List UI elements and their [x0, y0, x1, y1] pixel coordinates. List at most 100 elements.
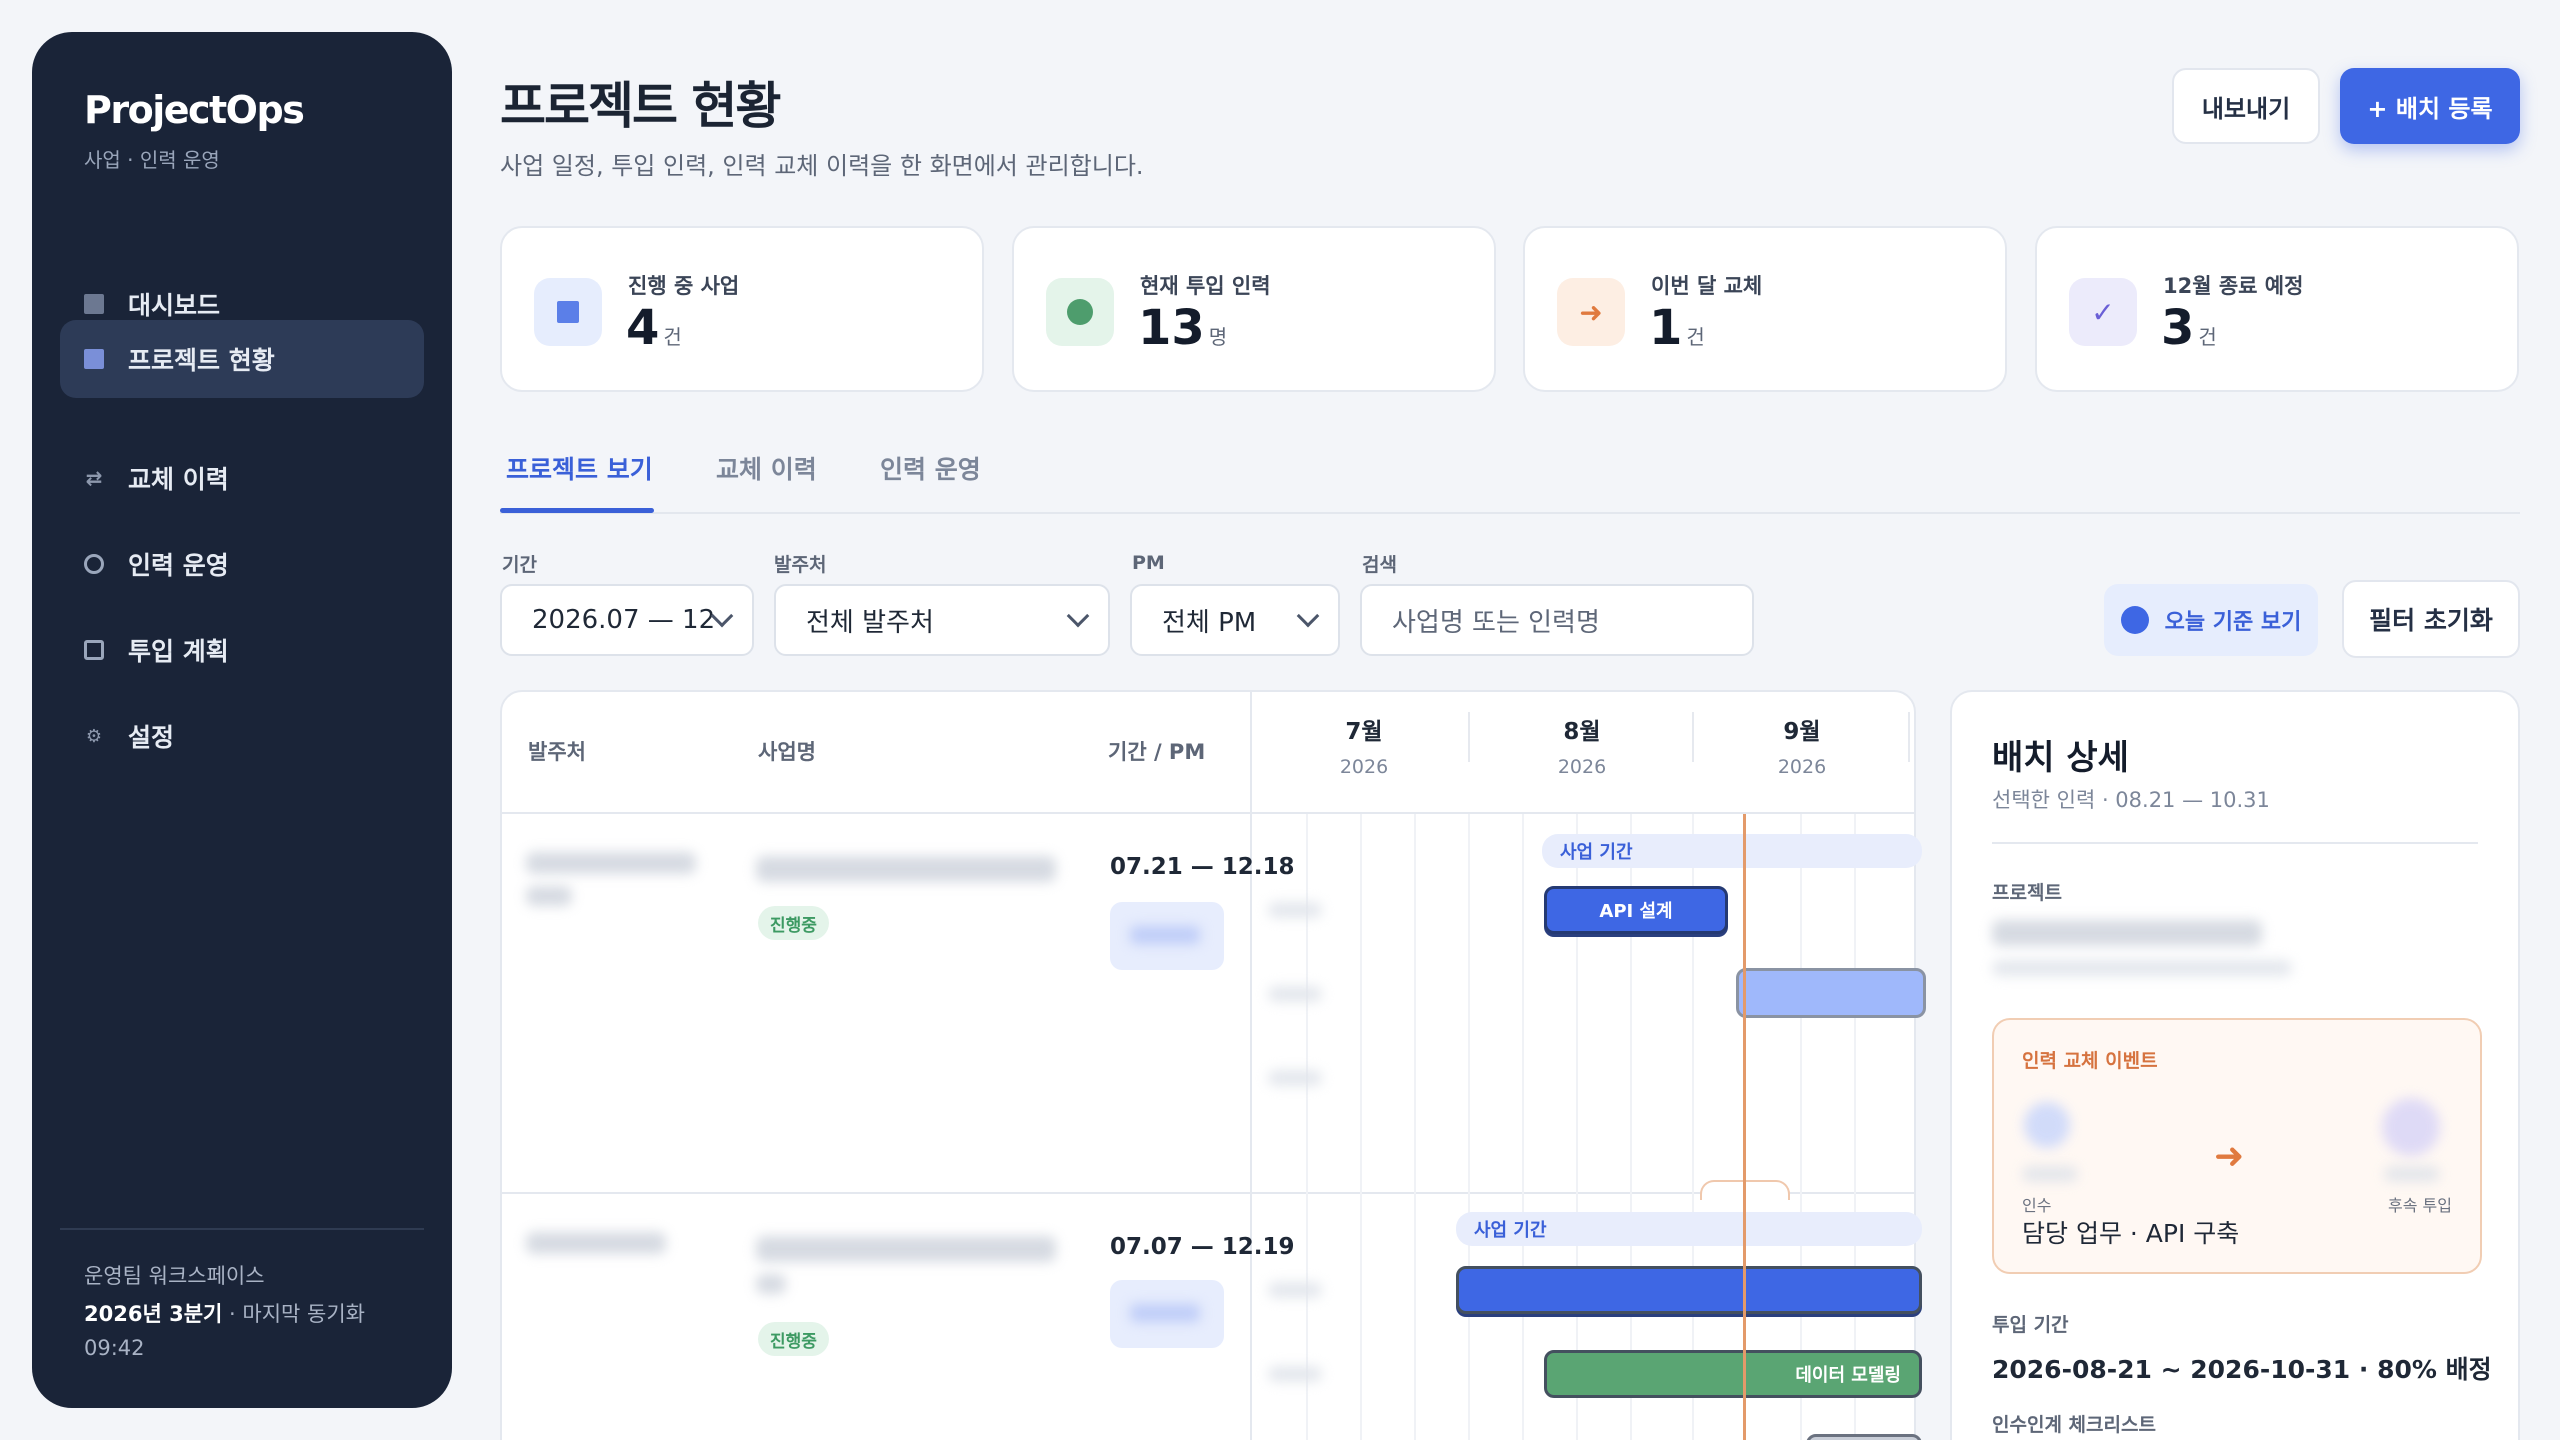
- detail-period-value: 2026-08-21 ~ 2026-10-31 · 80% 배정: [1992, 1355, 2492, 1384]
- replacement-event-card[interactable]: 인력 교체 이벤트 ➜ 인수 담당 업무 · API 구축 후속 투입: [1992, 1018, 2482, 1274]
- sidebar-item-label: 프로젝트 현황: [128, 346, 275, 375]
- status-badge: 진행중: [758, 1322, 829, 1356]
- client-name-redacted: [526, 1232, 666, 1254]
- period-value: 2026.07 — 12: [532, 605, 716, 635]
- swap-icon: ⇄: [85, 466, 103, 490]
- column-header-client: 발주처: [528, 740, 586, 764]
- dashboard-icon: [84, 294, 104, 314]
- grid-line: [1360, 814, 1362, 1440]
- projects-icon: [84, 349, 104, 369]
- sync-label: · 마지막 동기화: [222, 1302, 365, 1326]
- stat-value: 4건: [626, 300, 682, 356]
- grid-line: [1468, 814, 1470, 1440]
- timeline-separator: [1908, 712, 1910, 762]
- staff-name-redacted: [1268, 1070, 1322, 1086]
- timeline-separator: [1468, 712, 1470, 762]
- checklist-label: 인수인계 체크리스트: [1992, 1414, 2156, 1436]
- avatar: [2382, 1098, 2440, 1156]
- sidebar-item-label: 투입 계획: [128, 637, 229, 666]
- sidebar-item-replacements[interactable]: ⇄ 교체 이력: [60, 440, 424, 516]
- sidebar-item-label: 인력 운영: [128, 551, 229, 580]
- square-outline-icon: [84, 640, 104, 660]
- sidebar-item-label: 대시보드: [128, 291, 221, 320]
- sidebar-item-settings[interactable]: ⚙ 설정: [60, 698, 424, 774]
- period-filter-label: 기간: [502, 554, 537, 576]
- grid-line: [1800, 814, 1802, 1440]
- arrow-right-icon: ➜: [1557, 278, 1625, 346]
- successor-label: 후속 투입: [2388, 1196, 2452, 1215]
- search-input[interactable]: 사업명 또는 인력명: [1360, 584, 1754, 656]
- detail-title: 배치 상세: [1992, 738, 2129, 778]
- tab-project-view[interactable]: 프로젝트 보기: [506, 450, 653, 486]
- today-view-label: 오늘 기준 보기: [2164, 610, 2302, 635]
- quarter-label: 2026년 3분기: [84, 1302, 223, 1326]
- column-header-project: 사업명: [758, 740, 816, 764]
- gantt-column-divider: [1250, 690, 1252, 1440]
- status-badge: 진행중: [758, 906, 829, 940]
- handover-from-label: 인수: [2022, 1196, 2052, 1215]
- stat-value: 13 명: [1138, 300, 1228, 356]
- avatar: [2024, 1102, 2070, 1148]
- project-period: 07.21 — 12.18: [1110, 854, 1295, 880]
- header-divider: [502, 812, 1914, 814]
- project-name-redacted: [1992, 920, 2262, 946]
- stat-label: 이번 달 교체: [1651, 274, 1763, 298]
- assignment-bar[interactable]: 데이터 모델링: [1544, 1350, 1922, 1398]
- sidebar-item-label: 교체 이력: [128, 465, 229, 494]
- pm-chip-redacted: [1110, 1280, 1224, 1348]
- timeline-separator: [1692, 712, 1694, 762]
- project-range-bar[interactable]: 사업 기간: [1542, 834, 1922, 868]
- assignment-bar[interactable]: [1736, 968, 1926, 1018]
- assignment-bar[interactable]: [1456, 1266, 1922, 1314]
- client-name-redacted: [526, 852, 696, 874]
- sidebar-item-projects[interactable]: 프로젝트 현황: [60, 320, 424, 398]
- detail-subtitle: 선택한 인력 · 08.21 — 10.31: [1992, 788, 2270, 812]
- today-line: [1743, 814, 1746, 1440]
- assignment-bar[interactable]: [1806, 1434, 1922, 1440]
- detail-project-label: 프로젝트: [1992, 882, 2062, 904]
- pm-select[interactable]: 전체 PM: [1130, 584, 1340, 656]
- circle-icon: [84, 554, 104, 574]
- add-assignment-button[interactable]: + 배치 등록: [2340, 68, 2520, 144]
- client-select[interactable]: 전체 발주처: [774, 584, 1110, 656]
- page-title: 프로젝트 현황: [500, 77, 781, 135]
- grid-line: [1414, 814, 1416, 1440]
- tab-replacement-history[interactable]: 교체 이력: [716, 450, 817, 486]
- staff-name-redacted: [1268, 986, 1322, 1002]
- tab-divider: [500, 512, 2520, 514]
- pm-value: 전체 PM: [1162, 607, 1257, 638]
- project-meta-redacted: [1992, 960, 2292, 976]
- search-placeholder: 사업명 또는 인력명: [1392, 607, 1600, 638]
- staff-name-redacted: [1268, 1366, 1322, 1382]
- today-view-button[interactable]: 오늘 기준 보기: [2104, 584, 2318, 656]
- sidebar: ProjectOps 사업 · 인력 운영 대시보드 프로젝트 현황 ⇄ 교체 …: [32, 32, 452, 1408]
- stat-card-active-projects: 진행 중 사업 4건: [500, 226, 984, 392]
- dot-icon: [2120, 606, 2149, 634]
- detail-period-label: 투입 기간: [1992, 1314, 2069, 1336]
- grid-line: [1854, 814, 1856, 1440]
- active-tab-indicator: [500, 508, 654, 513]
- stat-label: 현재 투입 인력: [1140, 274, 1271, 298]
- sidebar-divider: [60, 1228, 424, 1230]
- sidebar-item-plan[interactable]: 투입 계획: [60, 612, 424, 688]
- timeline-month-aug: 8월 2026: [1557, 719, 1607, 778]
- project-range-bar[interactable]: 사업 기간: [1456, 1212, 1922, 1246]
- export-button[interactable]: 내보내기: [2172, 68, 2320, 144]
- tab-staff-operations[interactable]: 인력 운영: [880, 450, 981, 486]
- reset-filters-button[interactable]: 필터 초기화: [2342, 580, 2520, 658]
- staff-name-redacted: [2384, 1166, 2440, 1182]
- client-filter-label: 발주처: [774, 554, 827, 576]
- pm-filter-label: PM: [1132, 552, 1165, 574]
- sync-info: 2026년 3분기 · 마지막 동기화: [84, 1298, 365, 1328]
- assignment-bar[interactable]: API 설계: [1544, 886, 1728, 934]
- workspace-name: 운영팀 워크스페이스: [84, 1264, 265, 1288]
- pm-chip-redacted: [1110, 902, 1224, 970]
- project-name-redacted: [756, 856, 1056, 882]
- assignment-detail-panel: 배치 상세 선택한 인력 · 08.21 — 10.31 프로젝트 인력 교체 …: [1950, 690, 2520, 1440]
- sidebar-item-label: 설정: [128, 723, 175, 752]
- arrow-right-icon: ➜: [2214, 1136, 2245, 1177]
- stat-card-monthly-replacements: ➜ 이번 달 교체 1건: [1523, 226, 2007, 392]
- sidebar-item-staffing[interactable]: 인력 운영: [60, 526, 424, 602]
- gear-icon: ⚙: [85, 725, 103, 747]
- period-select[interactable]: 2026.07 — 12: [500, 584, 754, 656]
